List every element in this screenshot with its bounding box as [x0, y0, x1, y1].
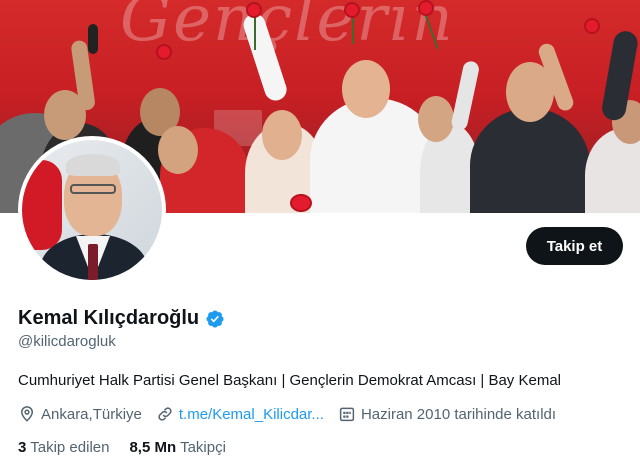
followers-count: 8,5 Mn: [129, 439, 177, 456]
name-row: Kemal Kılıçdaroğlu: [18, 307, 225, 330]
glasses-shape: [70, 184, 116, 194]
profile-meta: Ankara,Türkiye t.me/Kemal_Kilicdar... Ha…: [18, 405, 570, 423]
follow-button[interactable]: Takip et: [526, 227, 623, 265]
profile-bio: Cumhuriyet Halk Partisi Genel Başkanı | …: [18, 372, 561, 389]
carnation-icon: [158, 46, 170, 58]
joined-text: Haziran 2010 tarihinde katıldı: [360, 405, 557, 423]
verified-badge-icon[interactable]: [205, 309, 225, 329]
location-text: Ankara,Türkiye: [41, 405, 142, 423]
calendar-icon: [339, 407, 355, 422]
carnation-icon: [292, 196, 310, 210]
profile-avatar[interactable]: [18, 136, 166, 284]
crowd-person: [470, 108, 590, 213]
joined-item: Haziran 2010 tarihinde katıldı: [338, 405, 556, 423]
carnation-icon: [346, 4, 358, 16]
raised-arm: [450, 59, 481, 132]
banner-decoration: Gençlerin: [120, 0, 455, 56]
followers-stat[interactable]: 8,5 Mn Takipçi: [129, 439, 225, 456]
hair-shape: [66, 154, 120, 176]
carnation-stem: [254, 10, 256, 50]
crowd-head: [418, 96, 454, 142]
location-pin-icon: [20, 406, 34, 422]
following-count: 3: [18, 439, 27, 456]
following-stat[interactable]: 3 Takip edilen: [18, 439, 109, 456]
username-handle: @kilicdarogluk: [18, 333, 116, 350]
location-item: Ankara,Türkiye: [18, 405, 142, 423]
website-link[interactable]: t.me/Kemal_Kilicdar...: [179, 406, 324, 423]
tie-shape: [88, 244, 98, 280]
followers-label: Takipçi: [180, 439, 226, 456]
avatar-photo: [22, 140, 162, 280]
website-item[interactable]: t.me/Kemal_Kilicdar...: [156, 405, 324, 423]
display-name: Kemal Kılıçdaroğlu: [18, 307, 200, 329]
crowd-head: [158, 126, 198, 174]
carnation-icon: [248, 4, 260, 16]
profile-stats: 3 Takip edilen 8,5 Mn Takipçi: [18, 439, 246, 456]
microphone-icon: [88, 24, 98, 54]
carnation-icon: [586, 20, 598, 32]
crowd-head: [262, 110, 302, 160]
flag-shape: [22, 160, 62, 250]
carnation-icon: [420, 2, 432, 14]
crowd-head: [342, 60, 390, 118]
link-icon: [158, 407, 172, 421]
following-label: Takip edilen: [30, 439, 110, 456]
